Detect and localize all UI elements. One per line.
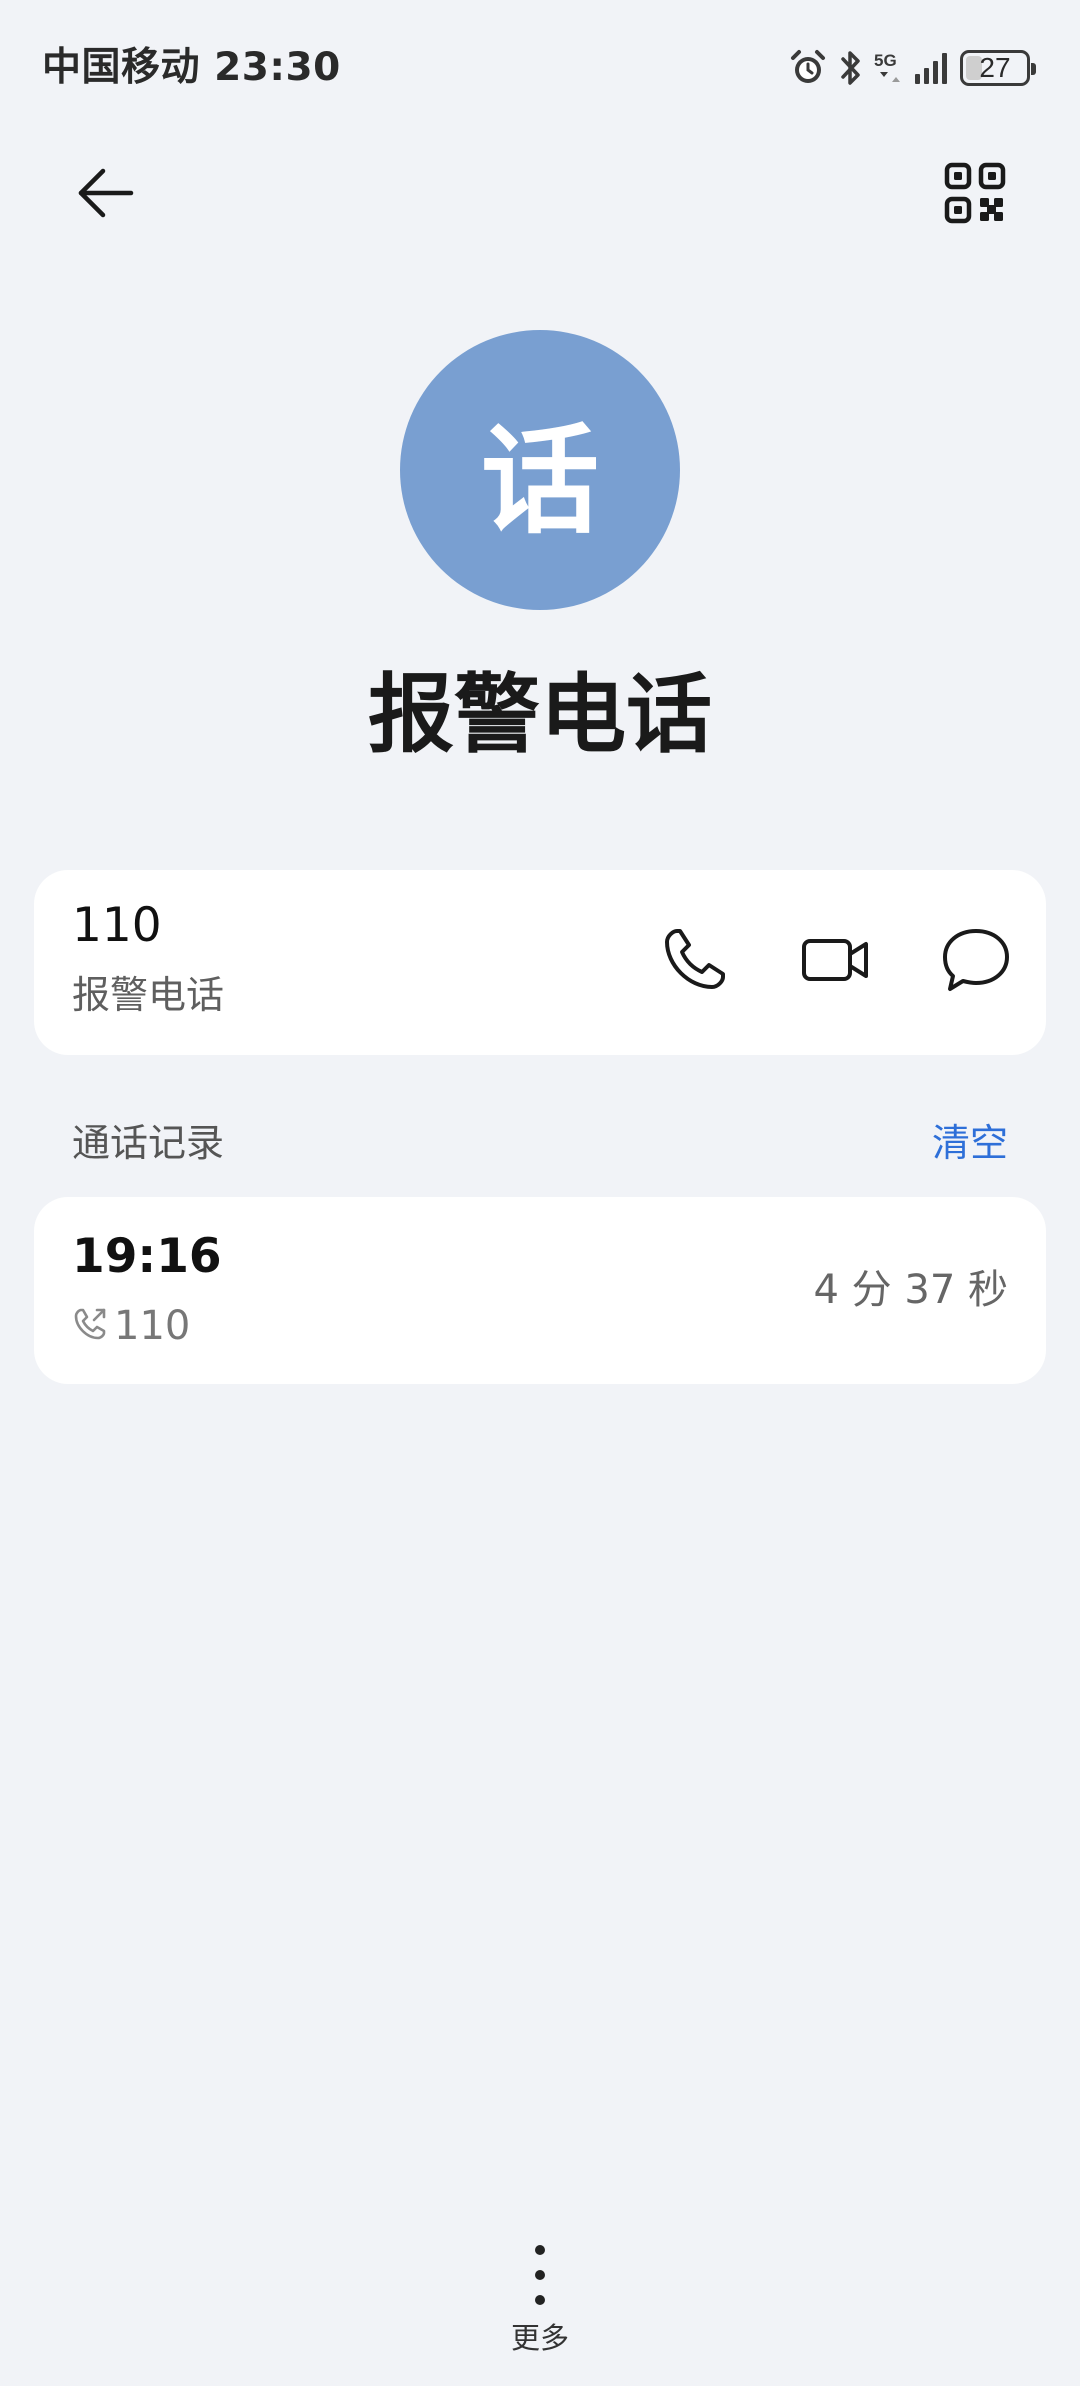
more-button[interactable]: 更多 — [490, 2240, 590, 2360]
back-arrow-icon — [73, 161, 137, 229]
video-call-button[interactable] — [786, 912, 886, 1012]
call-time: 19:16 — [72, 1229, 222, 1284]
contact-avatar[interactable]: 话 — [400, 330, 680, 610]
bluetooth-icon — [838, 48, 864, 88]
message-icon — [940, 925, 1012, 999]
more-vertical-icon — [530, 2240, 550, 2314]
clear-call-log-button[interactable]: 清空 — [932, 1118, 1008, 1168]
alarm-icon — [788, 48, 828, 88]
call-button[interactable] — [644, 912, 744, 1012]
contact-name: 报警电话 — [368, 665, 712, 765]
back-button[interactable] — [60, 150, 150, 240]
more-label: 更多 — [510, 2321, 569, 2355]
qr-code-button[interactable] — [930, 150, 1020, 240]
status-icons: 5G 27 — [788, 44, 1036, 92]
status-bar: 中国移动 23:30 5G 27 — [0, 0, 1080, 140]
5g-icon: 5G — [874, 48, 904, 88]
call-log-title: 通话记录 — [72, 1121, 225, 1165]
qr-code-icon — [944, 162, 1006, 228]
call-number-row: 110 — [72, 1301, 190, 1351]
call-number: 110 — [114, 1303, 191, 1349]
message-button[interactable] — [926, 912, 1026, 1012]
call-duration: 4 分 37 秒 — [813, 1267, 1009, 1313]
call-log-entry[interactable]: 19:16 110 4 分 37 秒 — [34, 1197, 1046, 1384]
phone-number[interactable]: 110 — [72, 896, 162, 956]
number-card: 110 报警电话 — [34, 870, 1046, 1055]
avatar-letter: 话 — [480, 411, 599, 550]
carrier-time: 中国移动 23:30 — [42, 45, 341, 90]
phone-number-label: 报警电话 — [72, 973, 225, 1017]
phone-icon — [659, 925, 729, 999]
signal-icon — [914, 48, 950, 88]
outgoing-call-icon — [72, 1306, 108, 1346]
network-type-label: 5G — [874, 51, 897, 70]
battery-icon: 27 — [960, 50, 1036, 86]
battery-percent: 27 — [979, 52, 1011, 83]
video-call-icon — [800, 932, 872, 992]
